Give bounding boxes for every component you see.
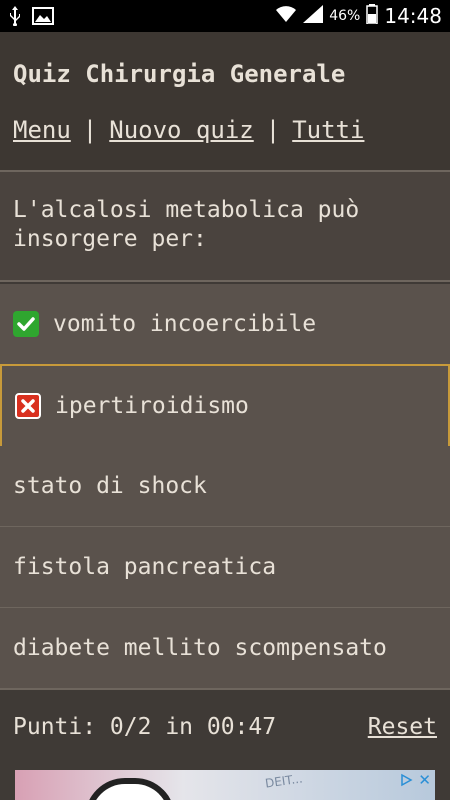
- status-bar: 46% 14:48: [0, 0, 450, 32]
- battery-percent: 46%: [329, 8, 361, 24]
- answer-label: stato di shock: [13, 473, 207, 499]
- new-quiz-link[interactable]: Nuovo quiz: [109, 116, 254, 144]
- page-title: Quiz Chirurgia Generale: [13, 60, 346, 88]
- clock: 14:48: [384, 4, 442, 28]
- ad-image: [85, 778, 175, 800]
- usb-icon: [8, 6, 22, 30]
- all-link[interactable]: Tutti: [292, 116, 364, 144]
- battery-icon: [366, 4, 379, 28]
- wifi-icon: [275, 5, 297, 27]
- answer-option-2[interactable]: ipertiroidismo: [0, 364, 450, 448]
- ad-close-icon[interactable]: ✕: [418, 771, 431, 789]
- menu-link[interactable]: Menu: [13, 116, 71, 144]
- answer-label: vomito incoercibile: [53, 311, 317, 337]
- ad-banner[interactable]: DEIT... ✕: [15, 770, 435, 800]
- answer-label: fistola pancreatica: [13, 554, 277, 580]
- answer-label: diabete mellito scompensato: [13, 635, 387, 661]
- reset-link[interactable]: Reset: [368, 714, 437, 740]
- image-notification-icon: [32, 7, 54, 29]
- answer-option-4[interactable]: fistola pancreatica: [0, 527, 450, 609]
- score-text: Punti: 0/2 in 00:47: [13, 714, 277, 740]
- answer-option-1[interactable]: vomito incoercibile: [0, 284, 450, 366]
- nav-links: Menu | Nuovo quiz | Tutti: [13, 116, 364, 144]
- answer-option-5[interactable]: diabete mellito scompensato: [0, 608, 450, 690]
- signal-icon: [303, 5, 324, 27]
- nav-separator: |: [82, 116, 98, 144]
- question-text: L'alcalosi metabolica può insorgere per:: [0, 172, 450, 282]
- answer-label: ipertiroidismo: [55, 393, 249, 419]
- nav-separator: |: [265, 116, 281, 144]
- app-header: Quiz Chirurgia Generale Menu | Nuovo quiz |…: [0, 32, 450, 172]
- answer-option-3[interactable]: stato di shock: [0, 446, 450, 528]
- ad-text: DEIT...: [264, 771, 304, 791]
- cross-icon: [15, 393, 41, 419]
- check-icon: [13, 311, 39, 337]
- quiz-footer: Punti: 0/2 in 00:47 Reset: [0, 690, 450, 768]
- adchoices-icon[interactable]: [399, 772, 413, 791]
